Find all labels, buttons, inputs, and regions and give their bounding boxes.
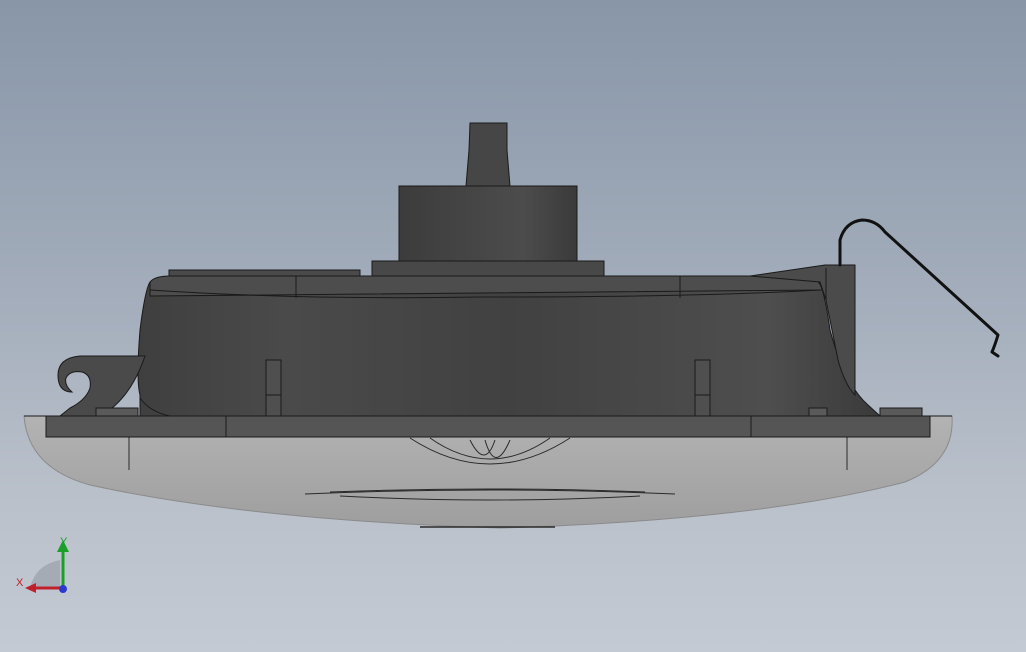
left-clip (57, 355, 146, 417)
right-foot-small (808, 407, 828, 417)
top-nozzle (465, 122, 511, 187)
cap-cylinder (398, 185, 578, 262)
cap-base (371, 260, 605, 277)
x-axis-arrowhead (25, 583, 36, 593)
y-axis-label: Y (60, 536, 68, 548)
z-axis-dot (59, 585, 67, 593)
right-foot (879, 407, 923, 417)
main-housing (137, 281, 882, 417)
top-panel-left (168, 269, 361, 277)
left-foot (95, 407, 139, 417)
wire-spring (838, 218, 1000, 358)
base-flange (24, 415, 952, 438)
coordinate-triad: Y X (16, 536, 69, 593)
model-view[interactable]: Y X (0, 0, 1026, 652)
cad-graphics-viewport[interactable]: Y X (0, 0, 1026, 652)
x-axis-label: X (16, 577, 24, 589)
